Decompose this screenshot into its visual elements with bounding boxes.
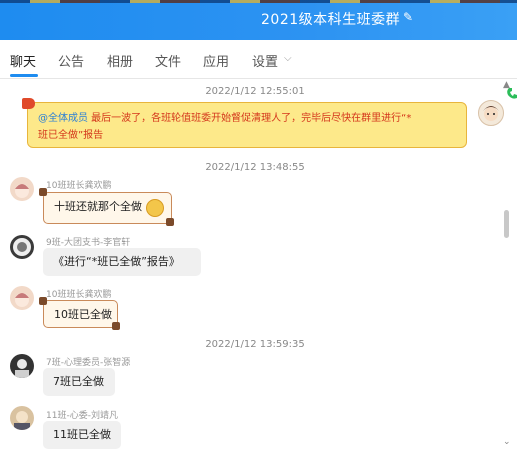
tab-chat[interactable]: 聊天 xyxy=(10,51,36,70)
avatar[interactable] xyxy=(10,406,34,430)
message-text: 7班已全做 xyxy=(53,375,104,388)
message-bubble[interactable]: 《进行“*班已全做”报告》 xyxy=(43,248,201,276)
active-tab-indicator xyxy=(10,74,38,77)
timestamp: 2022/1/12 13:59:35 xyxy=(205,339,305,350)
message-text: 《进行“*班已全做”报告》 xyxy=(53,255,180,268)
sender-name[interactable]: 9班-大团支书-李官轩 xyxy=(46,235,130,248)
bubble-decoration-icon xyxy=(39,188,47,196)
message-bubble[interactable]: 7班已全做 xyxy=(43,368,115,396)
tab-files[interactable]: 文件 xyxy=(155,51,181,70)
chevron-down-icon[interactable]: ⌵ xyxy=(284,53,292,64)
bubble-decoration-icon xyxy=(166,218,174,226)
sender-name[interactable]: 11班-心委-刘靖凡 xyxy=(46,408,118,421)
owner-badge-icon xyxy=(22,98,35,109)
tab-bar: 聊天 公告 相册 文件 应用 设置 ⌵ xyxy=(0,40,517,99)
doge-emoji-icon xyxy=(146,199,164,217)
bubble-decoration-icon xyxy=(112,322,120,330)
group-title[interactable]: 2021级本科生班委群 xyxy=(261,9,400,29)
mention-all[interactable]: @全体成员 xyxy=(38,113,88,124)
timestamp: 2022/1/12 12:55:01 xyxy=(205,86,305,97)
message-text: 10班已全做 xyxy=(54,308,112,321)
header-decoration xyxy=(0,0,517,3)
chat-header: 2021级本科生班委群 ✎ xyxy=(0,0,517,40)
tab-announcements[interactable]: 公告 xyxy=(58,51,84,70)
avatar[interactable] xyxy=(478,100,504,126)
tab-album[interactable]: 相册 xyxy=(107,51,133,70)
announcement-text-line2: 班已全做”报告 xyxy=(38,130,104,141)
scrollbar-thumb[interactable] xyxy=(504,210,509,238)
announcement-text-line1: 最后一波了，各班轮值班委开始督促清理人了，完毕后尽快在群里进行“* xyxy=(88,113,412,124)
sender-name[interactable]: 10班班长龚欢鹏 xyxy=(46,287,111,300)
timestamp: 2022/1/12 13:48:55 xyxy=(205,162,305,173)
avatar[interactable] xyxy=(10,354,34,378)
scroll-up-icon[interactable]: ▲ xyxy=(503,80,510,90)
message-bubble[interactable]: 10班已全做 xyxy=(43,300,118,328)
announcement-bubble[interactable]: @全体成员 最后一波了，各班轮值班委开始督促清理人了，完毕后尽快在群里进行“* … xyxy=(27,102,467,148)
tab-settings[interactable]: 设置 xyxy=(252,51,278,70)
tab-apps[interactable]: 应用 xyxy=(203,51,229,70)
message-bubble[interactable]: 11班已全做 xyxy=(43,421,121,449)
avatar[interactable] xyxy=(10,286,34,310)
edit-icon[interactable]: ✎ xyxy=(403,10,413,24)
bubble-decoration-icon xyxy=(39,297,47,305)
avatar[interactable] xyxy=(10,235,34,259)
message-text: 十班还就那个全做 xyxy=(54,200,142,213)
sender-name[interactable]: 10班班长龚欢鹏 xyxy=(46,178,111,191)
sender-name[interactable]: 7班-心理委员-张智源 xyxy=(46,355,130,368)
scroll-down-icon[interactable]: ⌄ xyxy=(503,437,511,447)
message-text: 11班已全做 xyxy=(53,428,111,441)
avatar[interactable] xyxy=(10,177,34,201)
